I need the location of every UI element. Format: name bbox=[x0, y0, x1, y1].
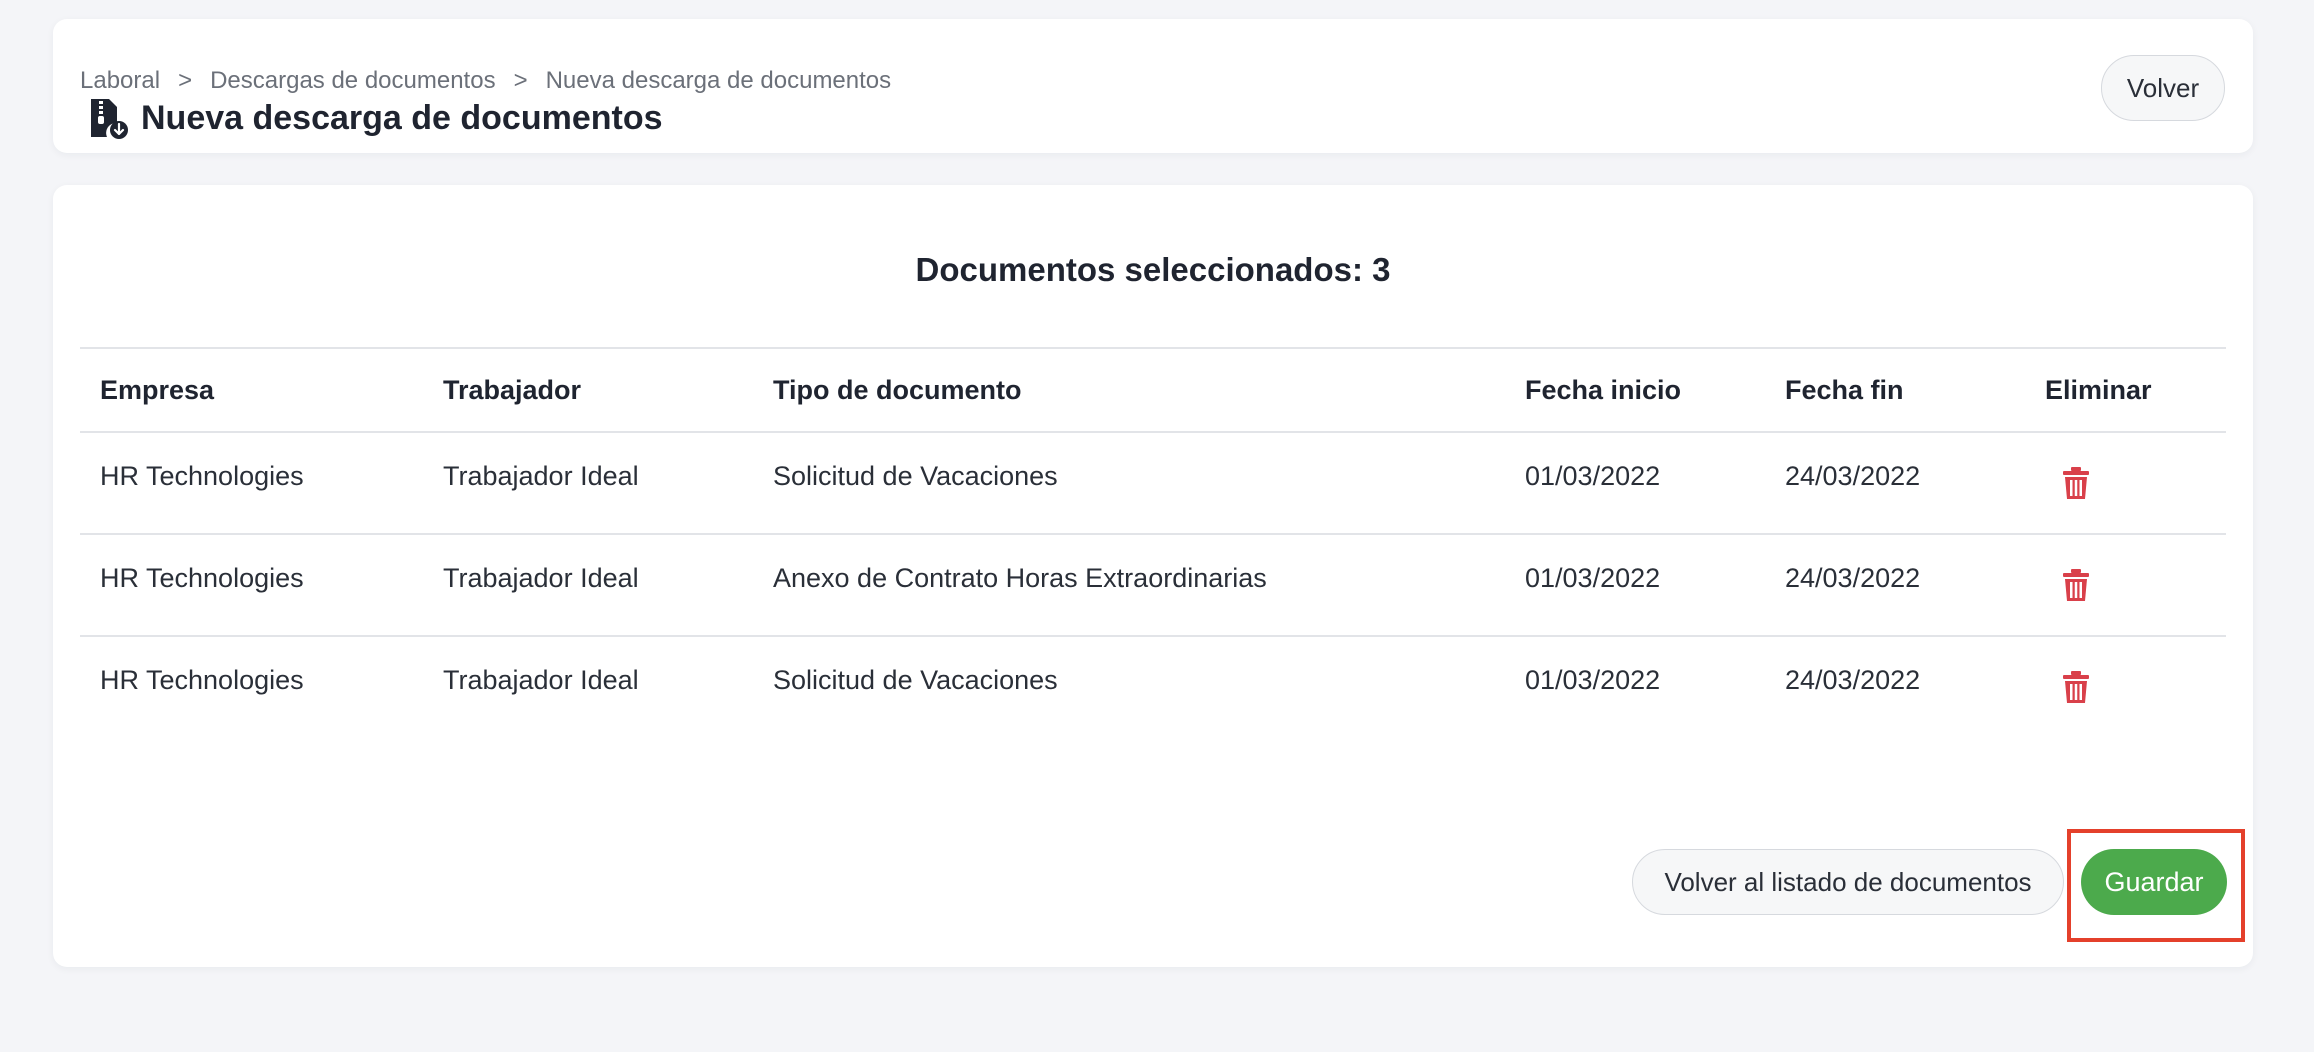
column-header-fecha-fin: Fecha fin bbox=[1785, 374, 1904, 405]
save-button-highlight bbox=[2067, 829, 2245, 942]
trash-icon[interactable] bbox=[2063, 569, 2089, 601]
back-to-list-button[interactable]: Volver al listado de documentos bbox=[1632, 849, 2064, 915]
breadcrumb: Laboral > Descargas de documentos > Nuev… bbox=[80, 67, 891, 95]
file-zip-download-icon bbox=[91, 99, 128, 139]
breadcrumb-item-current: Nueva descarga de documentos bbox=[545, 67, 892, 94]
breadcrumb-separator: > bbox=[513, 67, 528, 94]
breadcrumb-item-descargas[interactable]: Descargas de documentos bbox=[210, 67, 496, 95]
cell-fecha-inicio: 01/03/2022 bbox=[1525, 461, 1661, 491]
section-title: Documentos seleccionados: 3 bbox=[915, 251, 1391, 288]
cell-trabajador: Trabajador Ideal bbox=[443, 461, 639, 491]
cell-trabajador: Trabajador Ideal bbox=[443, 563, 639, 593]
title-row: Nueva descarga de documentos bbox=[87, 97, 663, 139]
column-header-tipo: Tipo de documento bbox=[773, 374, 1022, 405]
cell-tipo: Solicitud de Vacaciones bbox=[773, 461, 1058, 491]
column-header-trabajador: Trabajador bbox=[443, 374, 582, 405]
cell-empresa: HR Technologies bbox=[100, 461, 304, 491]
cell-fecha-fin: 24/03/2022 bbox=[1785, 563, 1921, 593]
table-row: HR Technologies Trabajador Ideal Solicit… bbox=[80, 636, 2226, 738]
cell-tipo: Solicitud de Vacaciones bbox=[773, 665, 1058, 695]
cell-eliminar bbox=[2025, 636, 2226, 738]
trash-icon[interactable] bbox=[2063, 671, 2089, 703]
breadcrumb-item-laboral[interactable]: Laboral bbox=[80, 67, 160, 95]
documents-table: Empresa Trabajador Tipo de documento Fec… bbox=[80, 347, 2226, 738]
table-row: HR Technologies Trabajador Ideal Solicit… bbox=[80, 432, 2226, 534]
cell-fecha-inicio: 01/03/2022 bbox=[1525, 563, 1661, 593]
main-card: Documentos seleccionados: 3 Empresa Trab… bbox=[53, 185, 2253, 967]
back-button[interactable]: Volver bbox=[2101, 55, 2225, 121]
column-header-fecha-inicio: Fecha inicio bbox=[1525, 374, 1682, 405]
cell-eliminar bbox=[2025, 432, 2226, 534]
table-header-row: Empresa Trabajador Tipo de documento Fec… bbox=[80, 348, 2226, 432]
header-card: Laboral > Descargas de documentos > Nuev… bbox=[53, 19, 2253, 153]
column-header-eliminar: Eliminar bbox=[2045, 374, 2152, 405]
cell-eliminar bbox=[2025, 534, 2226, 636]
cell-fecha-inicio: 01/03/2022 bbox=[1525, 665, 1661, 695]
page-title: Nueva descarga de documentos bbox=[141, 98, 663, 137]
cell-fecha-fin: 24/03/2022 bbox=[1785, 461, 1921, 491]
table-header: Empresa Trabajador Tipo de documento Fec… bbox=[80, 348, 2226, 432]
breadcrumb-separator: > bbox=[178, 67, 193, 94]
table-row: HR Technologies Trabajador Ideal Anexo d… bbox=[80, 534, 2226, 636]
trash-icon[interactable] bbox=[2063, 467, 2089, 499]
cell-empresa: HR Technologies bbox=[100, 563, 304, 593]
cell-trabajador: Trabajador Ideal bbox=[443, 665, 639, 695]
cell-empresa: HR Technologies bbox=[100, 665, 304, 695]
column-header-empresa: Empresa bbox=[100, 374, 215, 405]
cell-fecha-fin: 24/03/2022 bbox=[1785, 665, 1921, 695]
cell-tipo: Anexo de Contrato Horas Extraordinarias bbox=[773, 563, 1267, 593]
